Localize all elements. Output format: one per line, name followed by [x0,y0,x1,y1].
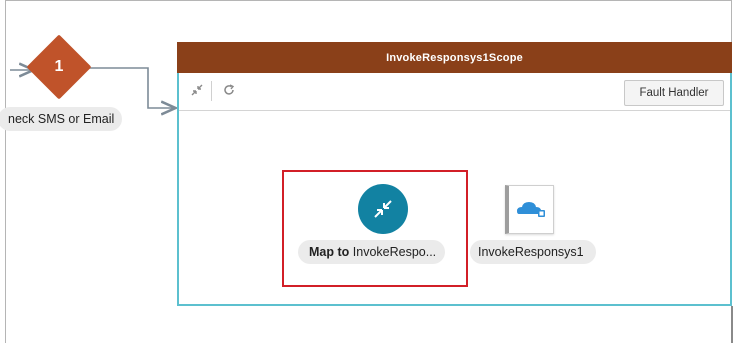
integration-canvas: 1 neck SMS or Email InvokeResponsys1Scop… [0,0,740,343]
toolbar-divider [211,81,212,101]
switch-to-scope-connector [86,67,174,108]
refresh-icon[interactable] [221,83,237,99]
cloud-adapter-icon [517,202,545,217]
scope-bottom-connector [731,306,733,343]
switch-node[interactable]: 1 [26,34,92,100]
scope-title[interactable]: InvokeResponsys1Scope [177,42,732,73]
collapse-arrows-icon[interactable] [189,83,205,99]
switch-number: 1 [54,58,64,75]
invoke-label[interactable]: InvokeResponsys1 [470,240,596,264]
invoke-node[interactable] [505,185,554,234]
highlight-box [282,170,468,287]
fault-handler-button[interactable]: Fault Handler [624,80,724,106]
switch-label[interactable]: neck SMS or Email [0,107,123,131]
